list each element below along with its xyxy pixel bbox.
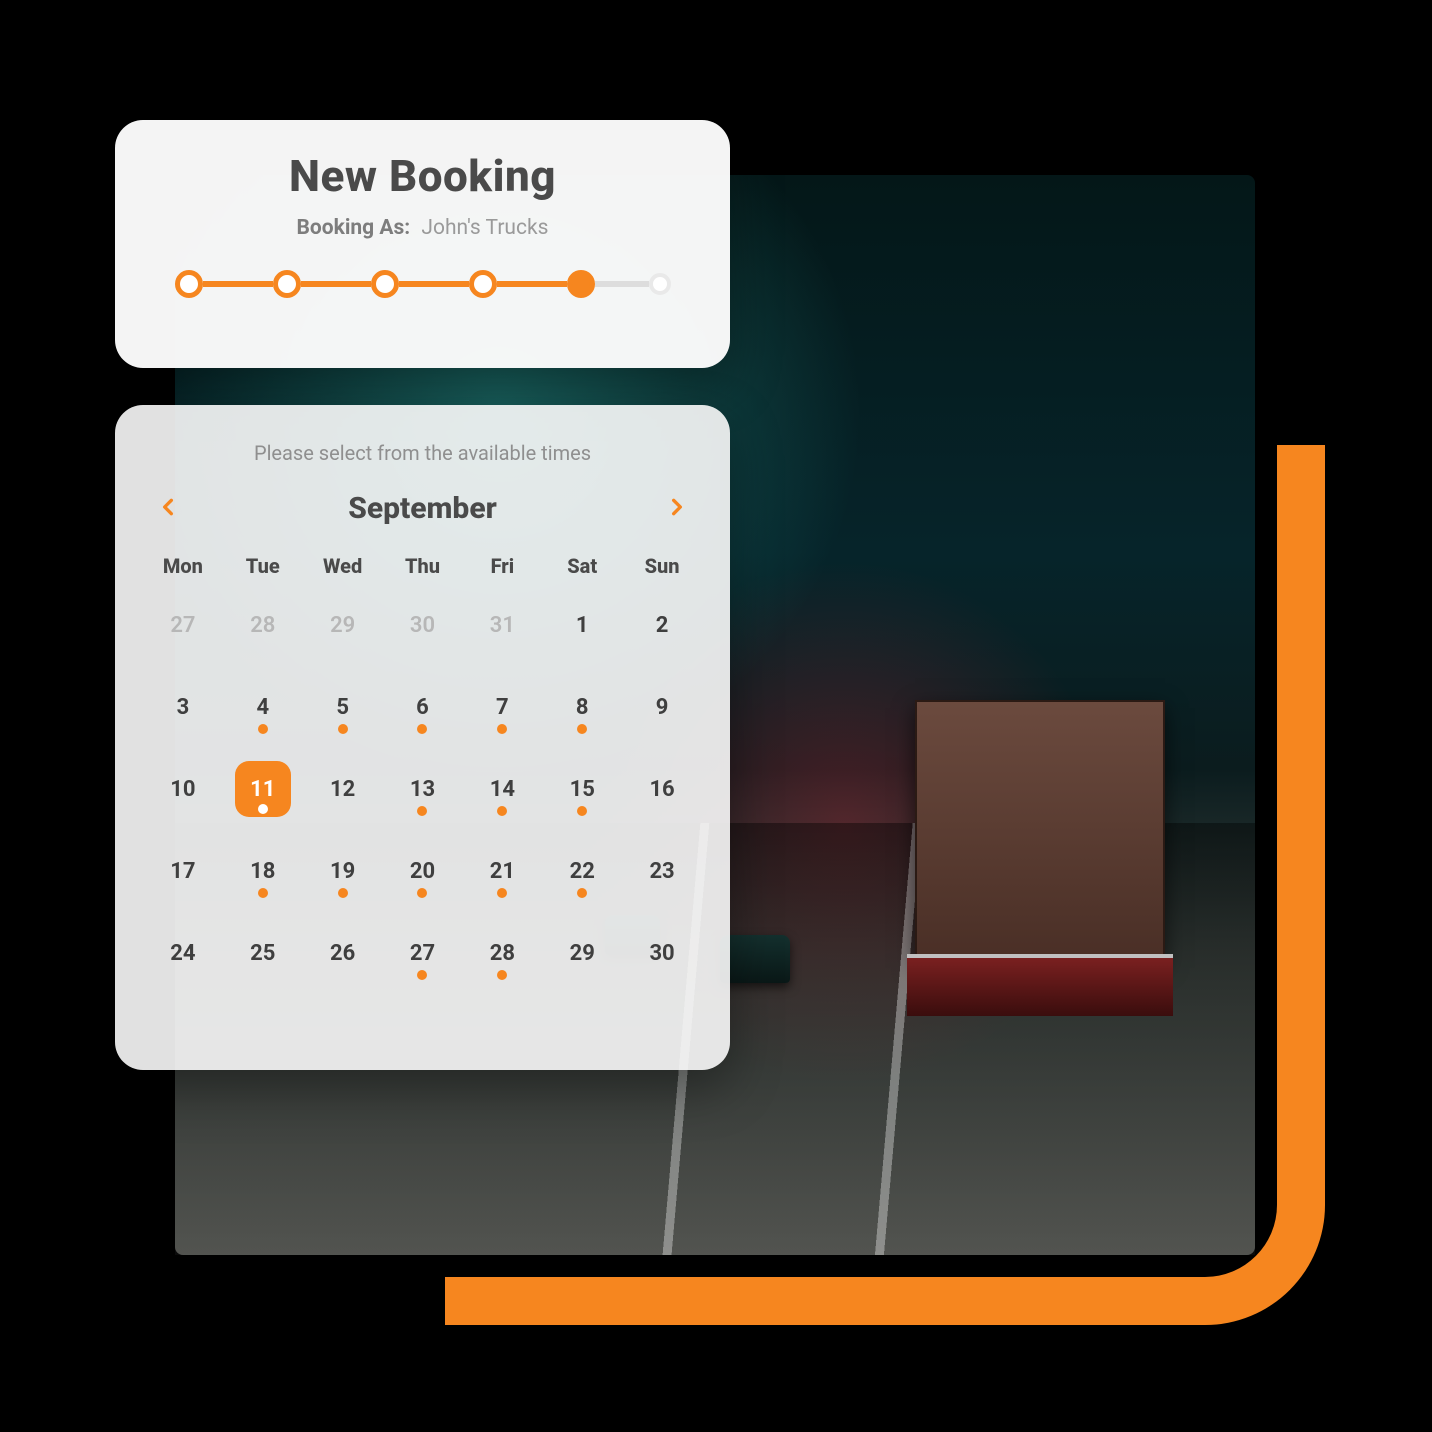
- progress-stepper: [155, 270, 690, 298]
- weekday-header: Tue: [223, 544, 303, 594]
- calendar-day[interactable]: 5: [303, 676, 383, 738]
- calendar-day[interactable]: 27: [383, 922, 463, 984]
- calendar-day[interactable]: 15: [542, 758, 622, 820]
- availability-dot-icon: [497, 806, 507, 816]
- calendar-day[interactable]: 6: [383, 676, 463, 738]
- calendar-day-other-month[interactable]: 29: [303, 594, 383, 656]
- calendar-day[interactable]: 7: [462, 676, 542, 738]
- calendar-day[interactable]: 18: [223, 840, 303, 902]
- chevron-left-icon: [158, 495, 178, 523]
- calendar-day[interactable]: 26: [303, 922, 383, 984]
- booking-as-value: John's Trucks: [421, 216, 548, 240]
- availability-dot-icon: [577, 724, 587, 734]
- availability-dot-icon: [258, 724, 268, 734]
- weekday-header: Wed: [303, 544, 383, 594]
- calendar-day[interactable]: 14: [462, 758, 542, 820]
- step-dot-3[interactable]: [371, 270, 399, 298]
- calendar-day-other-month[interactable]: 31: [462, 594, 542, 656]
- next-month-button[interactable]: [660, 492, 694, 526]
- calendar-day[interactable]: 17: [143, 840, 223, 902]
- prev-month-button[interactable]: [151, 492, 185, 526]
- calendar-day[interactable]: 24: [143, 922, 223, 984]
- chevron-right-icon: [667, 495, 687, 523]
- calendar-card: Please select from the available times S…: [115, 405, 730, 1070]
- calendar-month-label: September: [348, 491, 497, 526]
- calendar-day[interactable]: 3: [143, 676, 223, 738]
- calendar-day[interactable]: 1: [542, 594, 622, 656]
- calendar-day-other-month[interactable]: 27: [143, 594, 223, 656]
- calendar-day[interactable]: 9: [622, 676, 702, 738]
- calendar-day[interactable]: 10: [143, 758, 223, 820]
- calendar-day-other-month[interactable]: 30: [383, 594, 463, 656]
- booking-as-line: Booking As: John's Trucks: [155, 216, 690, 240]
- step-segment: [301, 281, 371, 287]
- availability-dot-icon: [258, 804, 268, 814]
- availability-dot-icon: [497, 724, 507, 734]
- availability-dot-icon: [577, 806, 587, 816]
- calendar-day[interactable]: 25: [223, 922, 303, 984]
- step-dot-2[interactable]: [273, 270, 301, 298]
- weekday-header: Sat: [542, 544, 622, 594]
- availability-dot-icon: [338, 888, 348, 898]
- booking-header-card: New Booking Booking As: John's Trucks: [115, 120, 730, 368]
- step-segment-future: [595, 281, 649, 287]
- weekday-header: Fri: [462, 544, 542, 594]
- weekday-header-row: Mon Tue Wed Thu Fri Sat Sun: [143, 544, 702, 594]
- calendar-day-selected[interactable]: 11: [235, 761, 291, 817]
- calendar-day[interactable]: 19: [303, 840, 383, 902]
- availability-dot-icon: [417, 970, 427, 980]
- calendar-day[interactable]: 16: [622, 758, 702, 820]
- calendar-day[interactable]: 13: [383, 758, 463, 820]
- step-dot-4[interactable]: [469, 270, 497, 298]
- calendar-day[interactable]: 4: [223, 676, 303, 738]
- calendar-day[interactable]: 29: [542, 922, 622, 984]
- calendar-month-nav: September: [151, 491, 694, 526]
- availability-dot-icon: [577, 888, 587, 898]
- calendar-day[interactable]: 21: [462, 840, 542, 902]
- calendar-day-other-month[interactable]: 28: [223, 594, 303, 656]
- availability-dot-icon: [417, 724, 427, 734]
- step-segment: [203, 281, 273, 287]
- weekday-header: Sun: [622, 544, 702, 594]
- availability-dot-icon: [497, 970, 507, 980]
- booking-as-label: Booking As:: [297, 216, 411, 240]
- availability-dot-icon: [258, 888, 268, 898]
- car-silhouette: [720, 935, 790, 983]
- calendar-day[interactable]: 8: [542, 676, 622, 738]
- availability-dot-icon: [417, 888, 427, 898]
- calendar-grid: 2728293031123456789101112131415161718192…: [143, 594, 702, 984]
- availability-dot-icon: [417, 806, 427, 816]
- booking-title: New Booking: [155, 150, 690, 202]
- calendar-day[interactable]: 12: [303, 758, 383, 820]
- calendar-day[interactable]: 28: [462, 922, 542, 984]
- calendar-hint: Please select from the available times: [143, 441, 702, 465]
- calendar-day[interactable]: 30: [622, 922, 702, 984]
- weekday-header: Thu: [383, 544, 463, 594]
- calendar-day[interactable]: 22: [542, 840, 622, 902]
- calendar-day[interactable]: 2: [622, 594, 702, 656]
- availability-dot-icon: [338, 724, 348, 734]
- availability-dot-icon: [497, 888, 507, 898]
- calendar-day[interactable]: 23: [622, 840, 702, 902]
- step-dot-5-current[interactable]: [567, 270, 595, 298]
- step-segment: [497, 281, 567, 287]
- weekday-header: Mon: [143, 544, 223, 594]
- step-dot-6[interactable]: [649, 273, 671, 295]
- step-segment: [399, 281, 469, 287]
- truck-silhouette: [915, 700, 1165, 960]
- step-dot-1[interactable]: [175, 270, 203, 298]
- calendar-day[interactable]: 20: [383, 840, 463, 902]
